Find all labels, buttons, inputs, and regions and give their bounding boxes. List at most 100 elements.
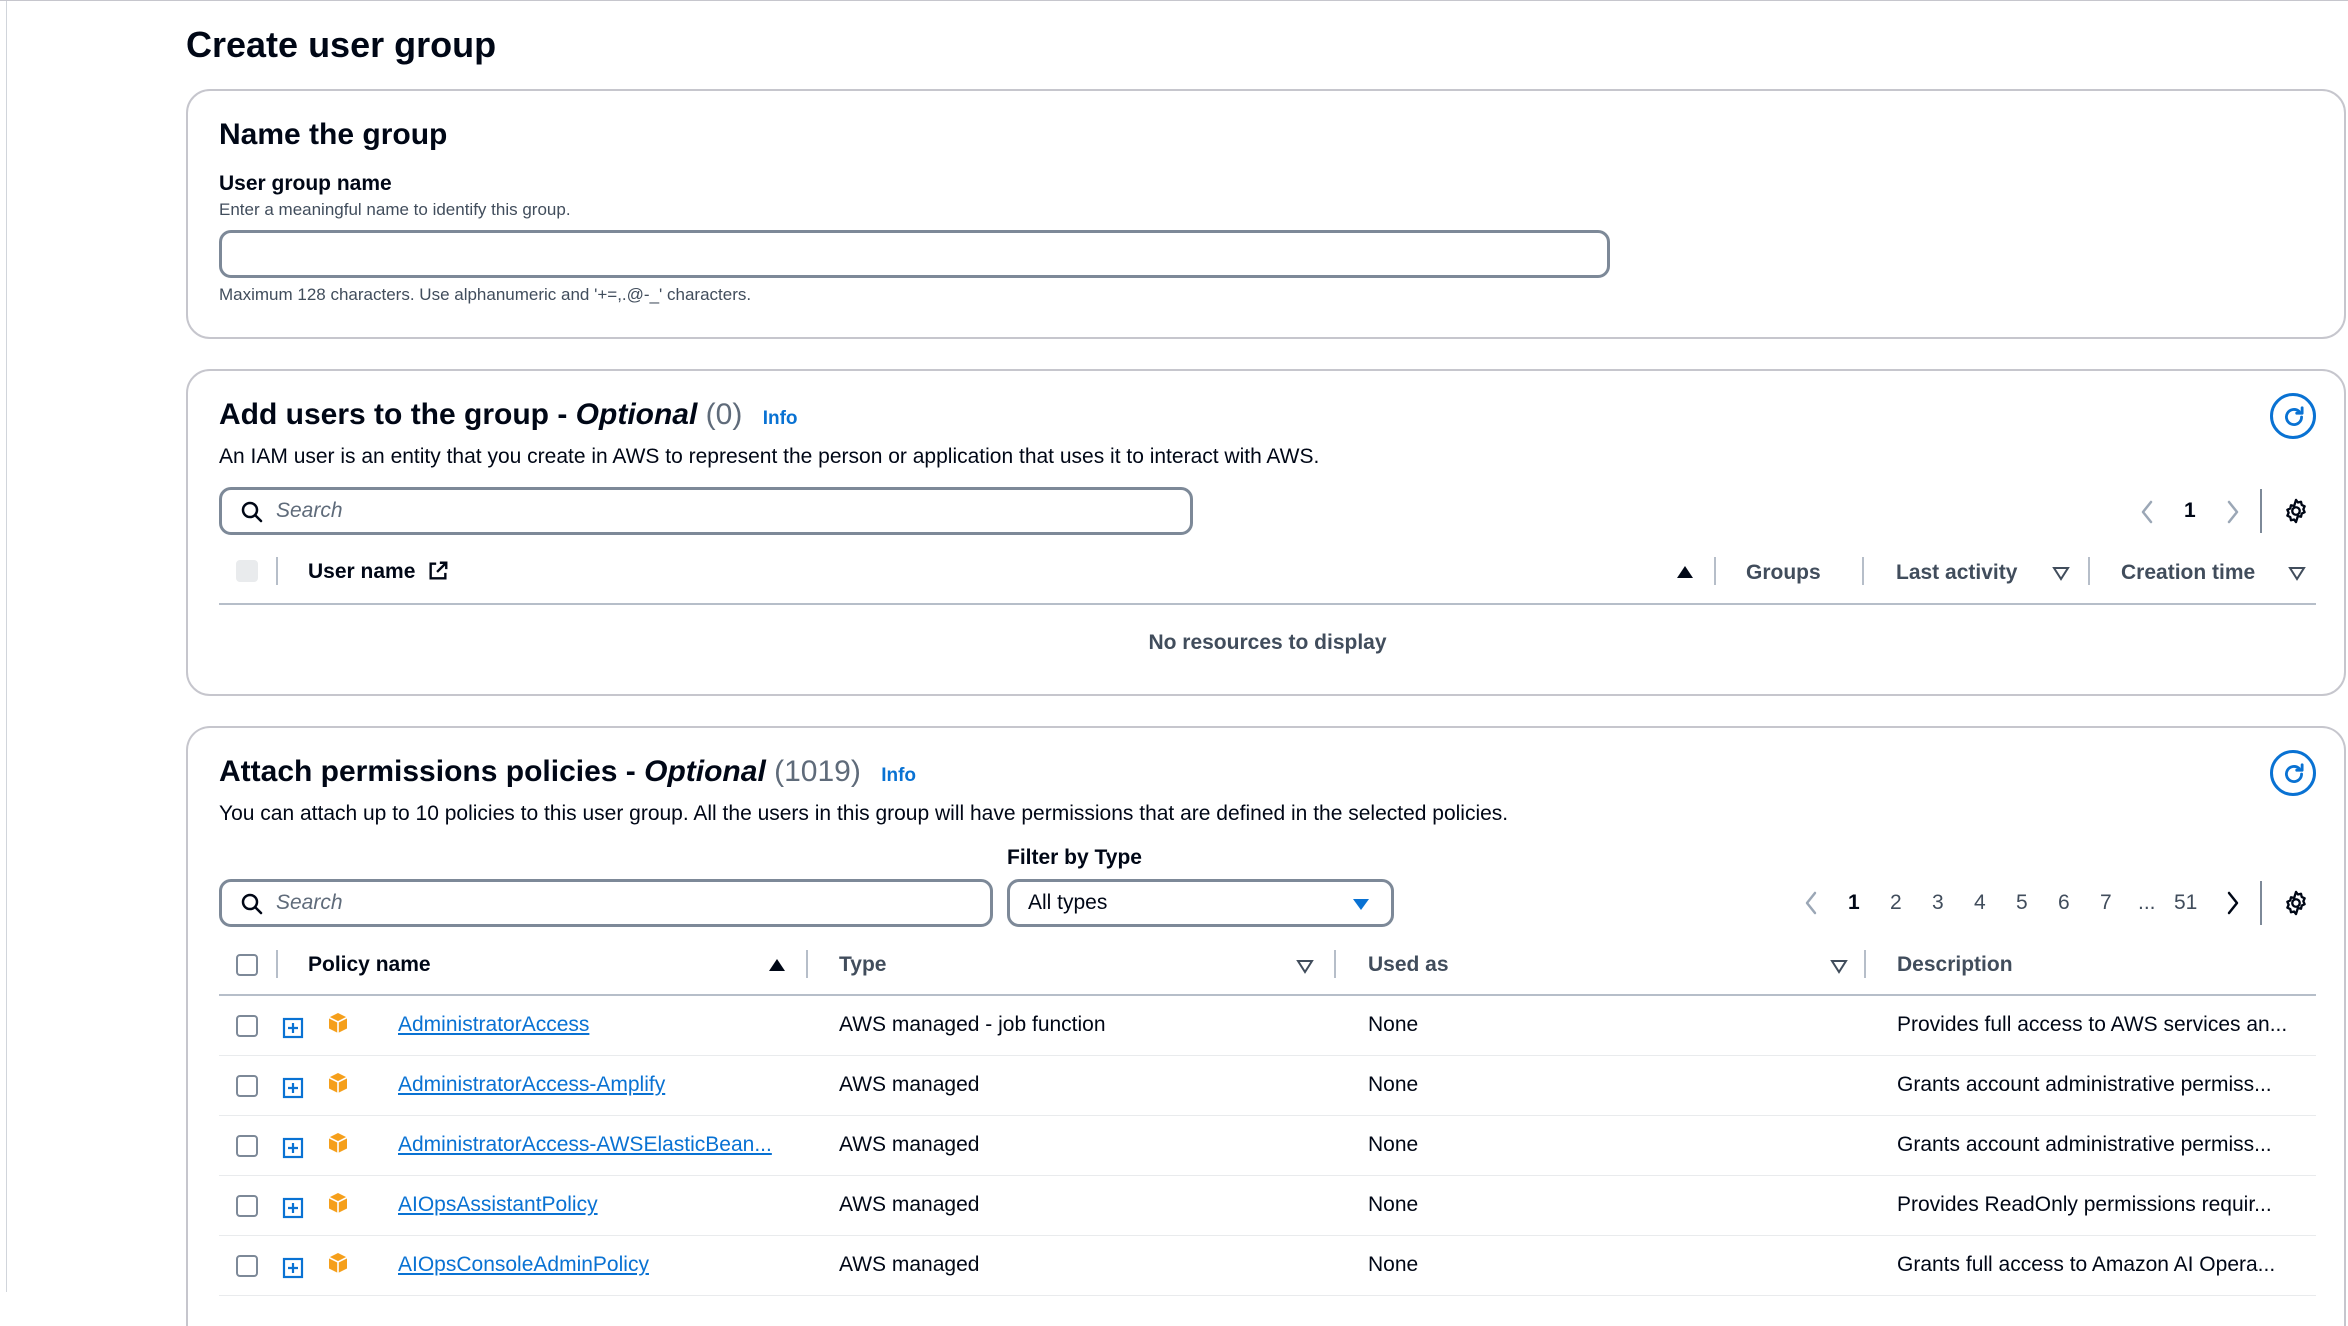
policy-description-cell: Provides ReadOnly permissions requir... [1897,1193,2272,1216]
policy-used-as-cell: None [1368,1193,1419,1216]
chevron-left-icon[interactable] [1802,890,1820,916]
user-group-name-input[interactable] [219,230,1610,278]
name-group-card: Name the group User group name Enter a m… [186,89,2346,339]
sort-descending-icon[interactable] [1830,958,1848,974]
settings-gear-icon[interactable] [2282,889,2310,917]
row-checkbox[interactable] [236,1135,258,1157]
filter-by-type-select[interactable]: All types [1007,879,1394,927]
table-row[interactable]: AdministratorAccess-AWSElasticBean... AW… [188,1116,2348,1176]
user-group-name-label: User group name [219,172,392,195]
main-content: Create user group Name the group User gr… [186,0,2348,1326]
sort-descending-icon[interactable] [1296,958,1314,974]
policy-description-cell: Grants full access to Amazon AI Opera... [1897,1253,2276,1276]
creation-time-column-header[interactable]: Creation time [2121,559,2255,587]
add-users-title-text: Add users to the group - [219,398,576,431]
user-name-column-header[interactable]: User name [308,558,449,586]
policy-name-link[interactable]: AdministratorAccess-AWSElasticBean... [398,1131,772,1159]
policy-used-as-cell: None [1368,1013,1419,1036]
policies-page-7[interactable]: 7 [2100,889,2112,917]
users-select-all-checkbox[interactable] [236,560,258,582]
attach-policies-card: Attach permissions policies - Optional (… [186,726,2346,1326]
external-link-icon [429,561,448,580]
row-checkbox[interactable] [236,1255,258,1277]
policies-page-6[interactable]: 6 [2058,889,2070,917]
policy-description-cell: Provides full access to AWS services an.… [1897,1013,2288,1036]
users-refresh-button[interactable] [2270,393,2316,439]
expand-icon[interactable] [282,1017,304,1039]
users-search-placeholder: Search [276,499,343,522]
table-row[interactable]: AdministratorAccess-Amplify AWS managed … [188,1056,2348,1116]
table-row[interactable]: AIOpsConsoleAdminPolicy AWS managed None… [188,1236,2348,1296]
last-activity-column-header[interactable]: Last activity [1896,559,2017,587]
refresh-icon [2285,406,2304,426]
dropdown-caret-icon [1353,899,1369,910]
users-search-input[interactable]: Search [219,487,1193,535]
chevron-right-icon[interactable] [2224,499,2242,525]
policy-description-cell: Grants account administrative permiss... [1897,1133,2272,1156]
row-checkbox[interactable] [236,1015,258,1037]
policy-name-link[interactable]: AIOpsConsoleAdminPolicy [398,1251,649,1279]
column-divider [276,950,278,978]
policy-package-icon [328,1253,348,1273]
expand-icon[interactable] [282,1257,304,1279]
add-users-count: (0) [705,398,743,431]
search-icon [241,501,263,523]
chevron-right-icon[interactable] [2224,890,2242,916]
user-group-name-description: Enter a meaningful name to identify this… [219,200,571,219]
attach-policies-info-link[interactable]: Info [881,765,916,786]
sort-ascending-icon[interactable] [768,957,786,973]
description-column-header[interactable]: Description [1897,951,2013,979]
column-divider [1334,950,1336,978]
used-as-column-header[interactable]: Used as [1368,951,1449,979]
users-table-header-line [219,603,2316,605]
policy-name-column-header[interactable]: Policy name [308,951,431,979]
attach-policies-description: You can attach up to 10 policies to this… [219,802,1509,825]
pagination-divider [2260,489,2262,533]
search-icon [241,893,263,915]
policy-name-link[interactable]: AIOpsAssistantPolicy [398,1191,598,1219]
table-row[interactable]: AdministratorAccess AWS managed - job fu… [188,996,2348,1056]
policies-search-input[interactable]: Search [219,879,993,927]
policy-type-cell: AWS managed [839,1193,980,1216]
policies-page-3[interactable]: 3 [1932,889,1944,917]
settings-gear-icon[interactable] [2282,497,2310,525]
policies-page-5[interactable]: 5 [2016,889,2028,917]
sort-descending-icon[interactable] [2052,565,2070,581]
add-users-info-link[interactable]: Info [763,408,798,429]
policy-type-cell: AWS managed - job function [839,1013,1106,1036]
sort-ascending-icon[interactable] [1676,564,1694,580]
name-group-title: Name the group [219,118,448,151]
column-divider [1714,557,1716,585]
policies-refresh-button[interactable] [2270,750,2316,796]
add-users-description: An IAM user is an entity that you create… [219,445,1320,468]
policies-select-all-checkbox[interactable] [236,954,258,976]
policy-used-as-cell: None [1368,1133,1419,1156]
row-checkbox[interactable] [236,1195,258,1217]
policy-package-icon [328,1133,348,1153]
attach-policies-count: (1019) [774,755,861,788]
policy-name-link[interactable]: AdministratorAccess [398,1011,589,1039]
policies-page-last[interactable]: 51 [2174,889,2197,917]
page-title: Create user group [186,24,497,65]
attach-policies-title-text: Attach permissions policies - [219,755,645,788]
policy-name-link[interactable]: AdministratorAccess-Amplify [398,1071,665,1099]
table-row[interactable]: AIOpsAssistantPolicy AWS managed None Pr… [188,1176,2348,1236]
attach-policies-optional: Optional [644,755,766,788]
groups-column-header[interactable]: Groups [1746,559,1821,587]
type-column-header[interactable]: Type [839,951,886,979]
expand-icon[interactable] [282,1137,304,1159]
column-divider [276,557,278,585]
expand-icon[interactable] [282,1197,304,1219]
policy-used-as-cell: None [1368,1253,1419,1276]
row-checkbox[interactable] [236,1075,258,1097]
users-page-1[interactable]: 1 [2184,497,2196,525]
filter-by-type-value: All types [1028,891,1108,914]
add-users-title: Add users to the group - Optional (0) In… [219,395,798,439]
chevron-left-icon[interactable] [2138,499,2156,525]
policies-page-2[interactable]: 2 [1890,889,1902,917]
policies-page-1[interactable]: 1 [1848,889,1860,917]
policies-page-4[interactable]: 4 [1974,889,1986,917]
sort-descending-icon[interactable] [2288,565,2306,581]
column-divider [2088,557,2090,585]
expand-icon[interactable] [282,1077,304,1099]
